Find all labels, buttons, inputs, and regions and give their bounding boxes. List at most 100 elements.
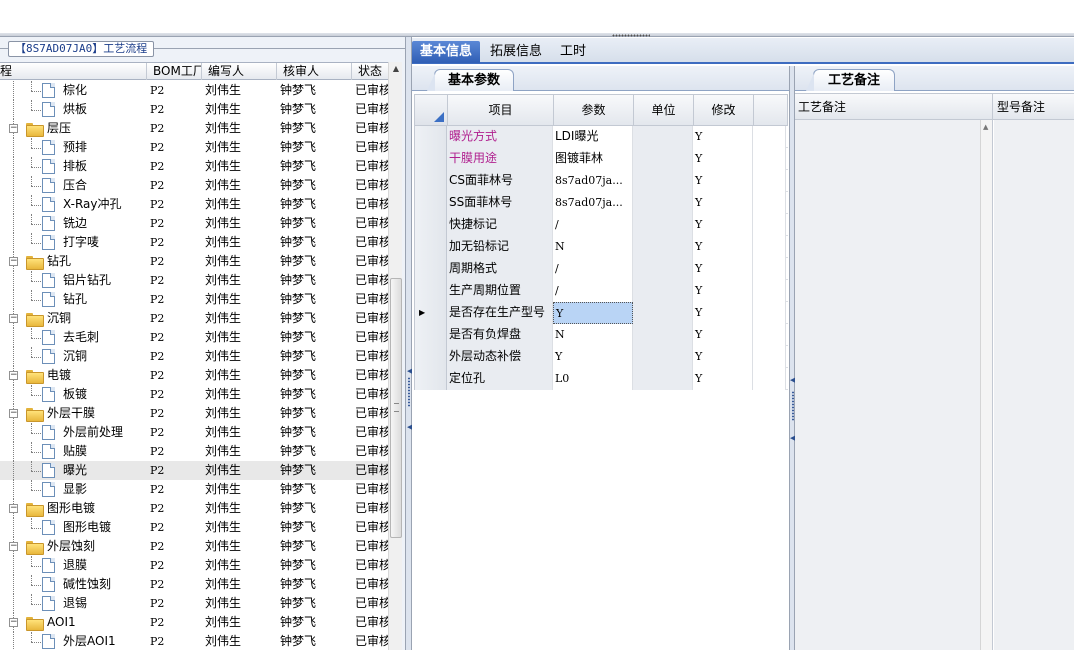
scroll-up-icon[interactable]: ▲: [391, 64, 401, 74]
col-header-status[interactable]: 状态: [352, 63, 388, 80]
scroll-up-icon[interactable]: ▲: [983, 123, 988, 131]
param-modify-cell[interactable]: Y: [693, 148, 753, 170]
select-all-corner[interactable]: [415, 95, 448, 125]
tree-row[interactable]: 铝片钻孔 P2 刘伟生 钟梦飞 已审核: [0, 271, 388, 290]
param-modify-cell[interactable]: Y: [693, 170, 753, 192]
param-unit-cell[interactable]: [633, 368, 693, 390]
col-header-model-notes[interactable]: 型号备注: [994, 94, 1074, 120]
row-header[interactable]: [414, 236, 447, 258]
collapse-icon[interactable]: −: [9, 542, 18, 551]
tree-row[interactable]: − 钻孔 P2 刘伟生 钟梦飞 已审核: [0, 252, 388, 271]
param-unit-cell[interactable]: [633, 214, 693, 236]
tree-row[interactable]: − 图形电镀 P2 刘伟生 钟梦飞 已审核: [0, 499, 388, 518]
collapse-icon[interactable]: −: [9, 504, 18, 513]
splitter-grip[interactable]: [792, 391, 794, 421]
row-header[interactable]: ▶: [414, 302, 447, 324]
tree-row[interactable]: 板镀 P2 刘伟生 钟梦飞 已审核: [0, 385, 388, 404]
tree-row[interactable]: 烘板 P2 刘伟生 钟梦飞 已审核: [0, 100, 388, 119]
param-unit-cell[interactable]: [633, 258, 693, 280]
col-header-process[interactable]: 程: [0, 63, 147, 80]
col-header-item[interactable]: 项目: [448, 95, 554, 125]
col-header-author[interactable]: 编写人: [202, 63, 277, 80]
tree-row[interactable]: 图形电镀 P2 刘伟生 钟梦飞 已审核: [0, 518, 388, 537]
col-header-value[interactable]: 参数: [554, 95, 634, 125]
tree-scrollbar[interactable]: ▲: [388, 62, 402, 650]
tree-row[interactable]: 沉铜 P2 刘伟生 钟梦飞 已审核: [0, 347, 388, 366]
param-row[interactable]: ▶ 是否存在生产型号 Y Y: [414, 302, 788, 324]
param-unit-cell[interactable]: [633, 346, 693, 368]
param-unit-cell[interactable]: [633, 302, 693, 324]
collapse-icon[interactable]: −: [9, 314, 18, 323]
param-row[interactable]: SS面菲林号 8s7ad07ja... Y: [414, 192, 788, 214]
param-unit-cell[interactable]: [633, 192, 693, 214]
tree-row[interactable]: 显影 P2 刘伟生 钟梦飞 已审核: [0, 480, 388, 499]
param-value-cell[interactable]: N: [553, 324, 633, 346]
col-header-bom[interactable]: BOM工厂: [147, 63, 202, 80]
param-modify-cell[interactable]: Y: [693, 126, 753, 148]
col-header-modify[interactable]: 修改: [694, 95, 754, 125]
param-unit-cell[interactable]: [633, 324, 693, 346]
tree-row[interactable]: − 层压 P2 刘伟生 钟梦飞 已审核: [0, 119, 388, 138]
param-value-cell[interactable]: 图镀菲林: [553, 148, 633, 170]
tree-row[interactable]: − 外层蚀刻 P2 刘伟生 钟梦飞 已审核: [0, 537, 388, 556]
param-modify-cell[interactable]: Y: [693, 214, 753, 236]
param-row[interactable]: 快捷标记 / Y: [414, 214, 788, 236]
tree-row[interactable]: 压合 P2 刘伟生 钟梦飞 已审核: [0, 176, 388, 195]
process-tree-grid[interactable]: 程 BOM工厂 编写人 核审人 状态 棕化 P2 刘伟生 钟梦飞 已审核 烘板 P2 刘伟生钟…: [0, 62, 402, 650]
tab-extended-info[interactable]: 拓展信息: [482, 41, 550, 63]
col-header-process-notes[interactable]: 工艺备注: [795, 94, 993, 120]
row-header[interactable]: [414, 126, 447, 148]
param-modify-cell[interactable]: Y: [693, 192, 753, 214]
param-modify-cell[interactable]: Y: [693, 302, 753, 324]
tree-row[interactable]: − AOI1 P2 刘伟生 钟梦飞 已审核: [0, 613, 388, 632]
tree-row[interactable]: − 电镀 P2 刘伟生 钟梦飞 已审核: [0, 366, 388, 385]
collapse-icon[interactable]: −: [9, 124, 18, 133]
row-header[interactable]: [414, 170, 447, 192]
tree-row[interactable]: 钻孔 P2 刘伟生 钟梦飞 已审核: [0, 290, 388, 309]
param-value-cell[interactable]: L0: [553, 368, 633, 390]
row-header[interactable]: [414, 280, 447, 302]
tree-row[interactable]: 退膜 P2 刘伟生 钟梦飞 已审核: [0, 556, 388, 575]
param-value-cell[interactable]: Y: [553, 346, 633, 368]
tree-row[interactable]: 贴膜 P2 刘伟生 钟梦飞 已审核: [0, 442, 388, 461]
row-header[interactable]: [414, 368, 447, 390]
tree-row[interactable]: 棕化 P2 刘伟生 钟梦飞 已审核: [0, 81, 388, 100]
top-splitter-grip[interactable]: [612, 34, 650, 37]
model-notes-field[interactable]: [994, 120, 1074, 650]
row-header[interactable]: [414, 324, 447, 346]
param-modify-cell[interactable]: Y: [693, 280, 753, 302]
param-value-cell[interactable]: /: [553, 258, 633, 280]
param-unit-cell[interactable]: [633, 170, 693, 192]
row-header[interactable]: [414, 192, 447, 214]
params-grid[interactable]: 项目 参数 单位 修改 曝光方式 LDI曝光 Y 干膜用途 图镀菲林 Y CS面菲林号 8s7…: [414, 94, 788, 390]
param-unit-cell[interactable]: [633, 236, 693, 258]
tree-row[interactable]: X-Ray冲孔 P2 刘伟生 钟梦飞 已审核: [0, 195, 388, 214]
row-header[interactable]: [414, 258, 447, 280]
collapse-icon[interactable]: −: [9, 371, 18, 380]
col-header-reviewer[interactable]: 核审人: [277, 63, 352, 80]
param-modify-cell[interactable]: Y: [693, 346, 753, 368]
tree-row[interactable]: − 沉铜 P2 刘伟生 钟梦飞 已审核: [0, 309, 388, 328]
param-row[interactable]: 干膜用途 图镀菲林 Y: [414, 148, 788, 170]
collapse-icon[interactable]: −: [9, 257, 18, 266]
param-value-cell[interactable]: Y: [553, 302, 633, 324]
param-modify-cell[interactable]: Y: [693, 258, 753, 280]
param-row[interactable]: 是否有负焊盘 N Y: [414, 324, 788, 346]
tree-row[interactable]: 打字唛 P2 刘伟生 钟梦飞 已审核: [0, 233, 388, 252]
param-modify-cell[interactable]: Y: [693, 368, 753, 390]
collapse-icon[interactable]: −: [9, 409, 18, 418]
param-row[interactable]: 曝光方式 LDI曝光 Y: [414, 126, 788, 148]
param-unit-cell[interactable]: [633, 280, 693, 302]
tree-row[interactable]: 曝光 P2 刘伟生 钟梦飞 已审核: [0, 461, 388, 480]
param-value-cell[interactable]: 8s7ad07ja...: [553, 170, 633, 192]
param-row[interactable]: CS面菲林号 8s7ad07ja... Y: [414, 170, 788, 192]
param-row[interactable]: 生产周期位置 / Y: [414, 280, 788, 302]
splitter-grip[interactable]: [408, 377, 410, 407]
param-modify-cell[interactable]: Y: [693, 324, 753, 346]
tree-row[interactable]: 预排 P2 刘伟生 钟梦飞 已审核: [0, 138, 388, 157]
param-row[interactable]: 外层动态补偿 Y Y: [414, 346, 788, 368]
tree-row[interactable]: 排板 P2 刘伟生 钟梦飞 已审核: [0, 157, 388, 176]
tree-row[interactable]: − 外层干膜 P2 刘伟生 钟梦飞 已审核: [0, 404, 388, 423]
param-row[interactable]: 加无铅标记 N Y: [414, 236, 788, 258]
param-value-cell[interactable]: 8s7ad07ja...: [553, 192, 633, 214]
